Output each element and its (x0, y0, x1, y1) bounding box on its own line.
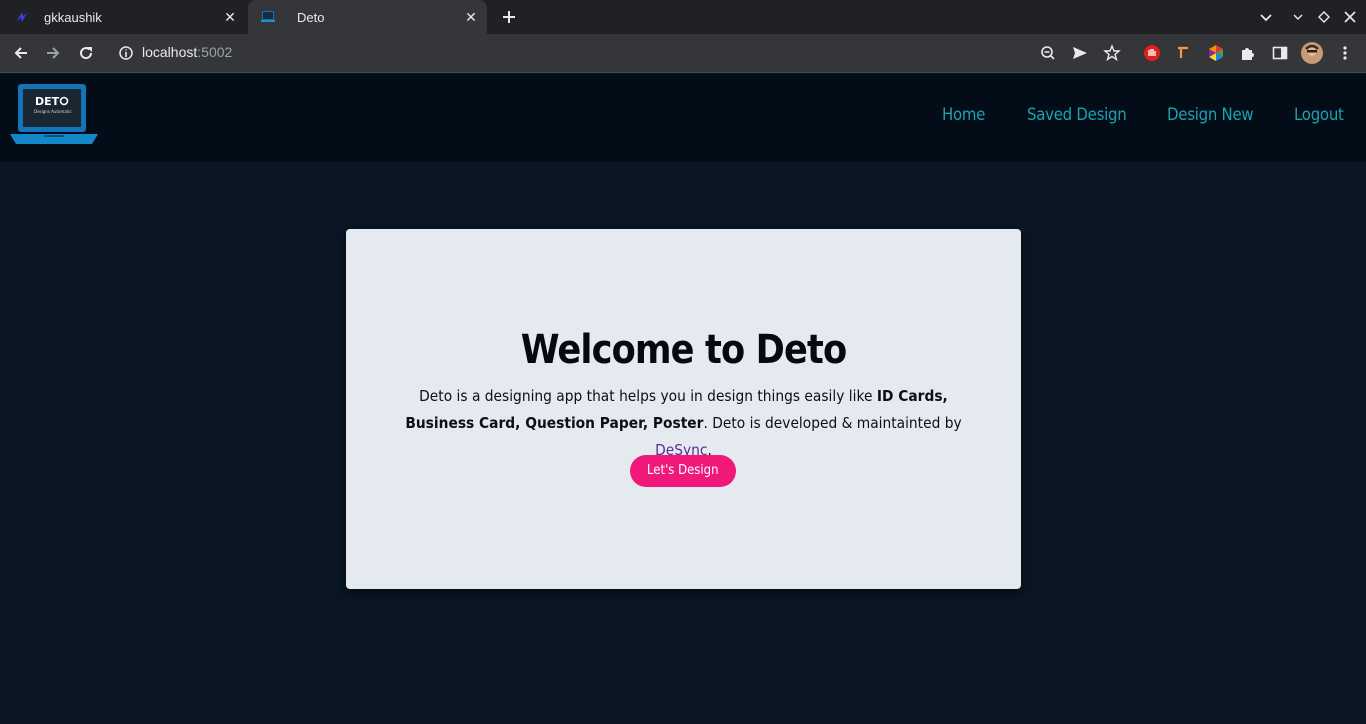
back-icon[interactable] (12, 44, 30, 62)
svg-text:DET: DET (35, 95, 60, 108)
cta-label: Let's Design (647, 463, 719, 478)
tab-close-icon[interactable]: ✕ (222, 9, 238, 25)
nav-logout[interactable]: Logout (1294, 105, 1344, 125)
desc-text: Deto is a designing app that helps you i… (419, 387, 877, 405)
svg-text:Designs Automatic: Designs Automatic (34, 109, 72, 114)
deto-logo[interactable]: DET Designs Automatic (8, 82, 100, 148)
profile-avatar[interactable] (1301, 42, 1323, 64)
star-icon[interactable] (1103, 44, 1121, 62)
zoom-icon[interactable] (1039, 44, 1057, 62)
extensions-icon[interactable] (1239, 44, 1257, 62)
tab-search-icon[interactable] (1258, 9, 1274, 25)
restore-icon[interactable] (1316, 9, 1332, 25)
desc-text: . Deto is developed & maintainted by (703, 414, 962, 432)
nav-saved-design[interactable]: Saved Design (1027, 105, 1127, 125)
window-close-icon[interactable] (1342, 9, 1358, 25)
forward-icon[interactable] (44, 44, 62, 62)
ruler-icon[interactable] (1175, 44, 1193, 62)
browser-toolbar: localhost:5002 (0, 34, 1366, 73)
gkkaushik-favicon-icon (17, 12, 27, 22)
url-port: :5002 (197, 44, 233, 60)
tab-deto[interactable]: Deto ✕ (248, 0, 487, 34)
send-icon[interactable] (1071, 44, 1089, 62)
adblock-icon[interactable] (1143, 44, 1161, 62)
welcome-description: Deto is a designing app that helps you i… (401, 383, 967, 464)
tab-gkkaushik[interactable]: gkkaushik ✕ (0, 0, 246, 34)
address-bar[interactable]: localhost:5002 (142, 44, 232, 60)
welcome-title: Welcome to Deto (520, 327, 847, 373)
deto-favicon-icon (261, 11, 275, 22)
info-icon[interactable] (117, 44, 135, 62)
lets-design-button[interactable]: Let's Design (630, 455, 736, 487)
tab-title: Deto (297, 10, 325, 25)
nav-design-new[interactable]: Design New (1167, 105, 1254, 125)
new-tab-icon[interactable] (500, 8, 518, 26)
sidepanel-icon[interactable] (1271, 44, 1289, 62)
menu-icon[interactable] (1336, 44, 1354, 62)
tab-title: gkkaushik (44, 10, 102, 25)
reload-icon[interactable] (77, 44, 95, 62)
tab-close-icon[interactable]: ✕ (463, 9, 479, 25)
colorpicker-icon[interactable] (1207, 44, 1225, 62)
nav-home[interactable]: Home (942, 105, 985, 125)
browser-tabstrip: gkkaushik ✕ Deto ✕ (0, 0, 1366, 34)
site-navbar: DET Designs Automatic Home Saved Design … (0, 74, 1366, 162)
chevron-down-icon[interactable] (1290, 9, 1306, 25)
url-host: localhost (142, 44, 198, 60)
welcome-card: Welcome to Deto Deto is a designing app … (346, 229, 1021, 589)
